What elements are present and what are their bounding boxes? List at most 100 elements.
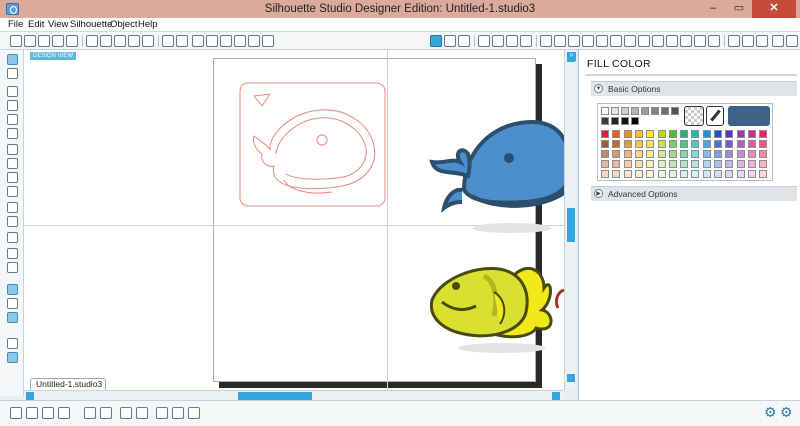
select-all-icon[interactable] [786, 35, 798, 47]
modify-icon[interactable] [638, 35, 650, 47]
redo-icon[interactable] [176, 35, 188, 47]
color-swatch[interactable] [668, 170, 677, 178]
yellow-fish-image[interactable] [429, 267, 553, 353]
group-icon[interactable] [10, 407, 22, 419]
undo-icon[interactable] [162, 35, 174, 47]
open-icon[interactable] [24, 35, 36, 47]
text-icon[interactable] [7, 232, 18, 243]
replicate-icon[interactable] [596, 35, 608, 47]
whale-cut-outline[interactable] [239, 82, 386, 207]
color-swatch[interactable] [661, 107, 669, 115]
color-swatch[interactable] [612, 140, 621, 148]
color-swatch[interactable] [611, 107, 619, 115]
color-swatch[interactable] [747, 160, 756, 168]
panel-collapse-button[interactable]: » [567, 52, 576, 61]
color-swatch[interactable] [759, 130, 768, 138]
store-icon[interactable] [756, 35, 768, 47]
color-swatch[interactable] [736, 150, 745, 158]
hexagon-icon[interactable] [492, 35, 504, 47]
menu-view[interactable]: View [48, 19, 68, 30]
scroll-down-button[interactable] [567, 374, 575, 382]
color-swatch[interactable] [646, 130, 655, 138]
mirror-icon[interactable] [120, 407, 132, 419]
color-swatch[interactable] [612, 130, 621, 138]
color-swatch[interactable] [691, 170, 700, 178]
color-swatch[interactable] [623, 150, 632, 158]
color-swatch[interactable] [680, 160, 689, 168]
gear-shape-icon[interactable] [520, 35, 532, 47]
copy-icon[interactable] [100, 35, 112, 47]
color-swatch[interactable] [634, 140, 643, 148]
zoom-out-icon[interactable] [220, 35, 232, 47]
color-swatch[interactable] [691, 130, 700, 138]
line-style-icon[interactable] [568, 35, 580, 47]
color-swatch[interactable] [736, 160, 745, 168]
color-swatch[interactable] [759, 170, 768, 178]
color-swatch[interactable] [714, 130, 722, 138]
transparent-swatch[interactable] [684, 106, 704, 126]
zoom-drag-icon[interactable] [234, 35, 246, 47]
menu-help[interactable]: Help [138, 19, 158, 30]
cut-settings-toggle-icon[interactable] [7, 352, 18, 363]
red-object-partial[interactable] [554, 288, 564, 309]
point-edit-icon[interactable] [7, 68, 18, 79]
layer-icon[interactable] [708, 35, 720, 47]
color-swatch[interactable] [702, 150, 711, 158]
color-swatch[interactable] [634, 160, 643, 168]
color-swatch[interactable] [747, 150, 756, 158]
color-swatch[interactable] [634, 170, 643, 178]
pan-icon[interactable] [192, 35, 204, 47]
menu-file[interactable]: File [8, 19, 23, 30]
weld-icon[interactable] [136, 407, 148, 419]
color-swatch[interactable] [621, 107, 629, 115]
color-swatch[interactable] [747, 140, 756, 148]
show-design-icon[interactable] [7, 284, 18, 295]
polygon-icon[interactable] [7, 144, 18, 155]
transform-icon[interactable] [582, 35, 594, 47]
compound-icon[interactable] [42, 407, 54, 419]
color-swatch[interactable] [641, 107, 649, 115]
save-as-icon[interactable] [52, 35, 64, 47]
scroll-left-button[interactable] [26, 392, 34, 400]
text-style-icon[interactable] [666, 35, 678, 47]
horizontal-scroll-thumb[interactable] [238, 392, 312, 400]
color-swatch[interactable] [680, 130, 689, 138]
color-swatch[interactable] [702, 140, 711, 148]
trash-icon[interactable] [142, 35, 154, 47]
store-toggle-icon[interactable] [7, 312, 18, 323]
eraser-icon[interactable] [7, 248, 18, 259]
color-swatch[interactable] [623, 170, 632, 178]
color-swatch[interactable] [702, 160, 711, 168]
pentagon-outline-icon[interactable] [506, 35, 518, 47]
color-swatch[interactable] [759, 140, 768, 148]
color-swatch[interactable] [691, 140, 700, 148]
basic-options-header[interactable]: ▼ Basic Options [591, 81, 797, 96]
freehand-icon[interactable] [7, 172, 18, 183]
color-swatch[interactable] [634, 130, 643, 138]
color-swatch[interactable] [736, 170, 745, 178]
print-icon[interactable] [66, 35, 78, 47]
color-swatch[interactable] [702, 170, 711, 178]
delete-icon[interactable] [100, 407, 112, 419]
color-swatch[interactable] [714, 140, 722, 148]
cut-icon[interactable] [128, 35, 140, 47]
color-swatch[interactable] [657, 140, 666, 148]
regular-polygon-icon[interactable] [7, 216, 18, 227]
color-swatch[interactable] [747, 130, 756, 138]
color-swatch[interactable] [691, 150, 700, 158]
pixscan-icon[interactable] [694, 35, 706, 47]
color-swatch[interactable] [680, 140, 689, 148]
paint-icon[interactable] [772, 35, 784, 47]
color-swatch[interactable] [621, 117, 629, 125]
preferences-gear-icon[interactable]: ⚙ [780, 405, 794, 419]
color-swatch[interactable] [691, 160, 700, 168]
color-swatch[interactable] [612, 160, 621, 168]
minimize-button[interactable]: – [700, 0, 726, 18]
knife-icon[interactable] [680, 35, 692, 47]
paste-icon[interactable] [114, 35, 126, 47]
color-swatch[interactable] [759, 150, 768, 158]
ungroup-icon[interactable] [26, 407, 38, 419]
color-swatch[interactable] [611, 117, 619, 125]
color-swatch[interactable] [668, 150, 677, 158]
color-swatch[interactable] [601, 160, 609, 168]
